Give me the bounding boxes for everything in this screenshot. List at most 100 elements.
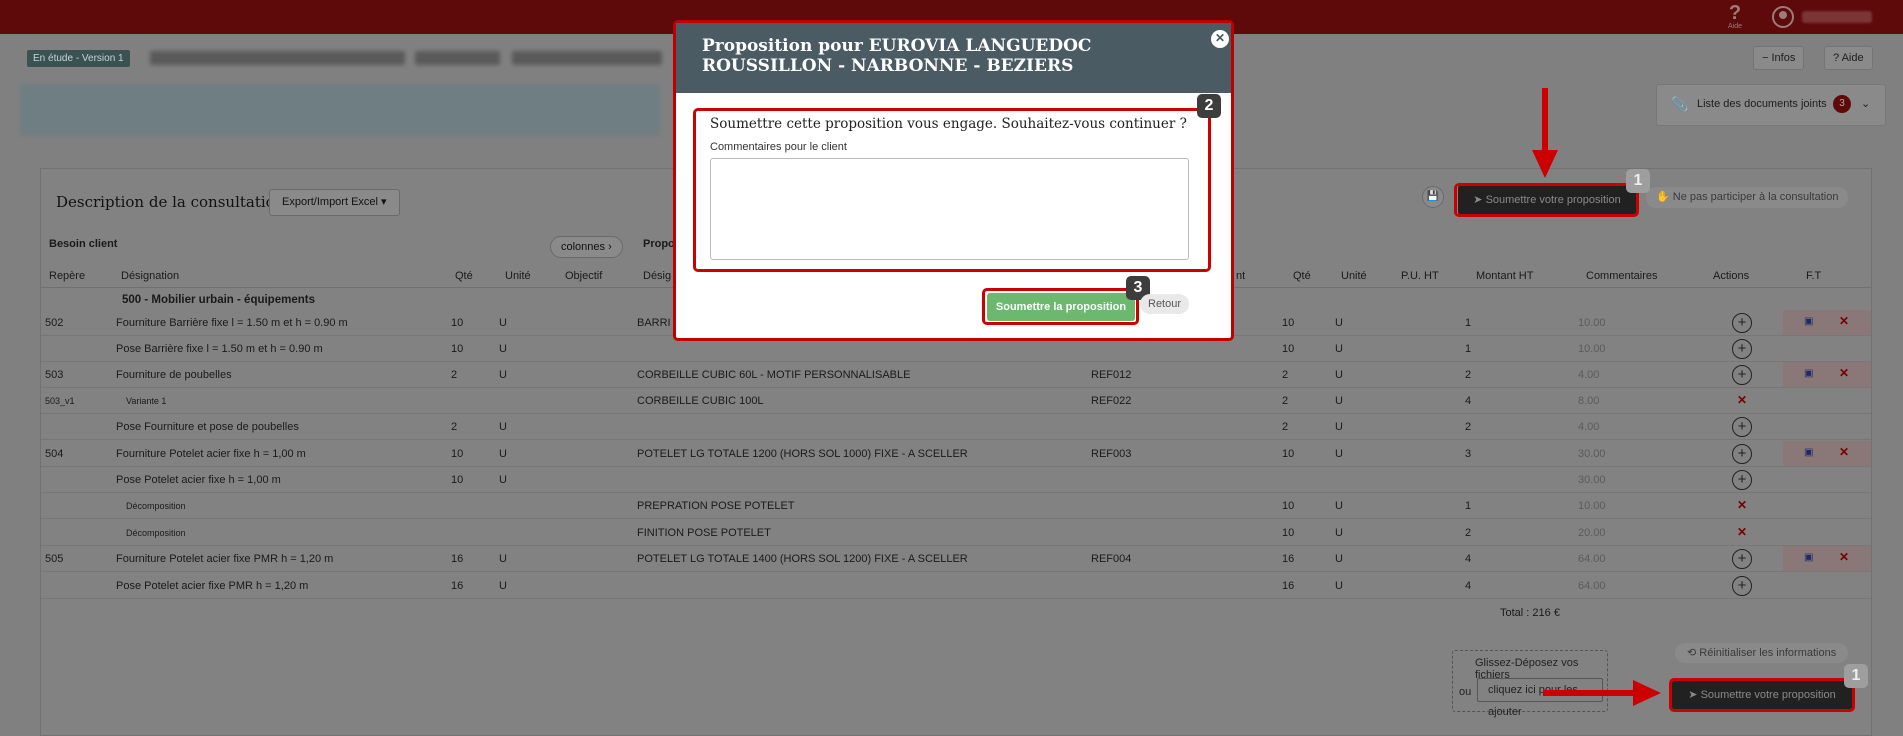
cell-proposal-designation: FINITION POSE POTELET (637, 527, 771, 539)
save-icon[interactable]: 💾 (1422, 186, 1444, 208)
col-qte-proposal[interactable]: Qté (1293, 270, 1311, 282)
delete-row-icon[interactable]: ✕ (1737, 393, 1747, 407)
help-label: Aide (1727, 23, 1742, 30)
col-objectif[interactable]: Objectif (565, 270, 602, 282)
cell-unite-proposal: U (1335, 343, 1343, 355)
cell-repere: 502 (45, 317, 64, 329)
cell-qte: 2 (451, 421, 458, 433)
cell-unite-proposal: U (1335, 421, 1343, 433)
col-commentaires[interactable]: Commentaires (1586, 270, 1658, 282)
colonnes-button[interactable]: colonnes › (550, 236, 623, 258)
delete-row-icon[interactable]: ✕ (1737, 498, 1747, 512)
col-unite[interactable]: Unité (505, 270, 531, 282)
col-designation-proposal[interactable]: Désig (643, 270, 671, 282)
cell-pu-ht: 4 (1465, 553, 1472, 565)
copy-icon[interactable]: ▣ (1804, 447, 1813, 458)
table-row: Décomposition FINITION POSE POTELET 10 U 2 20… (41, 520, 1871, 546)
documents-count-badge: 3 (1833, 95, 1851, 113)
add-row-icon[interactable]: + (1732, 365, 1752, 385)
highlight-confirm-button (982, 288, 1139, 325)
cell-pu-ht: 2 (1465, 527, 1472, 539)
col-unite-proposal[interactable]: Unité (1341, 270, 1367, 282)
step-1-badge-bottom: 1 (1844, 664, 1868, 688)
table-row: 504 Fourniture Potelet acier fixe h = 1,0… (41, 441, 1871, 467)
cell-montant-ht: 30.00 (1578, 448, 1606, 460)
cell-designation: Décomposition (126, 528, 186, 538)
remove-ft-icon[interactable]: ✕ (1839, 314, 1849, 328)
add-row-icon[interactable]: + (1732, 339, 1752, 359)
delete-row-icon[interactable]: ✕ (1737, 525, 1747, 539)
highlight-submit-top (1454, 183, 1639, 217)
cell-montant-ht: 8.00 (1578, 395, 1600, 407)
add-row-icon[interactable]: + (1732, 576, 1752, 596)
project-info-block (20, 84, 660, 136)
table-row: Décomposition PREPRATION POSE POTELET 10 U 1… (41, 493, 1871, 519)
status-badge: En étude - Version 1 (27, 50, 130, 67)
cell-unite: U (499, 580, 507, 592)
remove-ft-icon[interactable]: ✕ (1839, 366, 1849, 380)
add-row-icon[interactable]: + (1732, 417, 1752, 437)
cell-unite: U (499, 553, 507, 565)
documents-dropdown[interactable]: 📎 Liste des documents joints 3 ⌄ (1656, 84, 1886, 126)
cell-unite-proposal: U (1335, 553, 1343, 565)
user-avatar-icon[interactable] (1772, 6, 1794, 28)
section-title: 500 - Mobilier urbain - équipements (122, 294, 315, 306)
ft-cell (1783, 441, 1871, 466)
table-row: Pose Potelet acier fixe PMR h = 1,20 m 16… (41, 573, 1871, 599)
remove-ft-icon[interactable]: ✕ (1839, 550, 1849, 564)
cell-unite-proposal: U (1335, 448, 1343, 460)
col-designation[interactable]: Désignation (121, 270, 179, 282)
cell-qte: 10 (451, 317, 464, 329)
decline-consultation-button[interactable]: ✋ Ne pas participer à la consultation (1646, 187, 1849, 208)
cell-montant-ht: 64.00 (1578, 553, 1606, 565)
user-name[interactable] (1802, 11, 1872, 23)
help-icon[interactable]: ? Aide (1725, 3, 1745, 31)
col-montant-ht[interactable]: Montant HT (1476, 270, 1533, 282)
export-import-excel-button[interactable]: Export/Import Excel ▾ (269, 189, 400, 216)
cell-proposal-designation: PREPRATION POSE POTELET (637, 500, 795, 512)
cell-qte-proposal: 10 (1282, 448, 1295, 460)
cell-unite-proposal: U (1335, 317, 1343, 329)
arrow-down-head (1532, 150, 1558, 178)
cell-pu-ht: 2 (1465, 369, 1472, 381)
aide-button[interactable]: ? Aide (1824, 46, 1873, 70)
add-row-icon[interactable]: + (1732, 549, 1752, 569)
col-hidden[interactable]: nt (1236, 270, 1245, 282)
dropzone-or: ou (1459, 686, 1472, 698)
highlight-comment-area (693, 108, 1211, 272)
reset-button[interactable]: ⟲ Réinitialiser les informations (1675, 643, 1849, 663)
add-row-icon[interactable]: + (1732, 313, 1752, 333)
chevron-down-icon: ⌄ (1861, 98, 1871, 110)
cell-repere: 503 (45, 369, 64, 381)
infos-button[interactable]: − Infos (1753, 46, 1805, 70)
add-row-icon[interactable]: + (1732, 470, 1752, 490)
cell-designation: Pose Barrière fixe l = 1.50 m et h = 0.9… (116, 343, 323, 355)
cell-unite: U (499, 474, 507, 486)
cell-designation: Pose Potelet acier fixe PMR h = 1,20 m (116, 580, 309, 592)
cell-designation: Décomposition (126, 501, 186, 511)
step-1-badge-top: 1 (1626, 169, 1650, 193)
col-pu-ht[interactable]: P.U. HT (1401, 270, 1439, 282)
cell-pu-ht: 1 (1465, 343, 1472, 355)
back-button[interactable]: Retour (1140, 294, 1190, 314)
cell-proposal-designation: POTELET LG TOTALE 1400 (HORS SOL 1200) F… (637, 553, 968, 565)
total-amount: Total : 216 € (1500, 607, 1560, 619)
cell-unite-proposal: U (1335, 527, 1343, 539)
arrow-right-indicator (1543, 690, 1635, 696)
cell-montant-ht: 10.00 (1578, 343, 1606, 355)
file-dropzone[interactable]: Glissez-Déposez vos fichiers ou cliquez … (1452, 650, 1608, 718)
cell-qte-proposal: 10 (1282, 527, 1295, 539)
cell-qte: 16 (451, 553, 464, 565)
copy-icon[interactable]: ▣ (1804, 368, 1813, 379)
col-repere[interactable]: Repère (49, 270, 85, 282)
copy-icon[interactable]: ▣ (1804, 316, 1813, 327)
copy-icon[interactable]: ▣ (1804, 552, 1813, 563)
cell-pu-ht: 3 (1465, 448, 1472, 460)
table-row: 503_v1 Variante 1 CORBEILLE CUBIC 100L REF0… (41, 388, 1871, 414)
close-icon[interactable]: ✕ (1211, 30, 1229, 48)
cell-montant-ht: 4.00 (1578, 421, 1600, 433)
col-qte[interactable]: Qté (455, 270, 473, 282)
cell-qte: 10 (451, 343, 464, 355)
add-row-icon[interactable]: + (1732, 444, 1752, 464)
remove-ft-icon[interactable]: ✕ (1839, 445, 1849, 459)
